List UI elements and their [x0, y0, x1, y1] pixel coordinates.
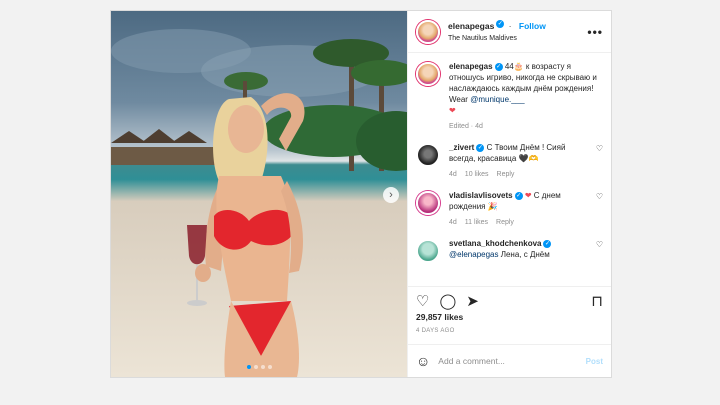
verified-badge-icon: ✓ — [494, 62, 503, 71]
comment-username[interactable]: vladislavlisovets — [449, 191, 513, 200]
location-link[interactable]: The Nautilus Maldives — [448, 33, 587, 45]
avatar[interactable] — [416, 19, 440, 44]
likes-count[interactable]: 29,857 likes — [416, 312, 463, 322]
carousel-dot — [253, 365, 258, 369]
heart-emoji: ❤ — [524, 191, 532, 200]
comment-like-icon[interactable]: ♡ — [596, 144, 603, 180]
instagram-post: › elenapegas ✓ · Follow The Nautilus Mald… — [110, 10, 612, 378]
edited-timestamp: Edited · 4d — [449, 123, 483, 130]
comments-list: elenapegas ✓ 44🎂 к возрасту я отношусь иг… — [408, 53, 611, 277]
comment-age: 4d — [449, 171, 457, 178]
caption-mention[interactable]: @munique.___ — [470, 95, 524, 104]
photo-illustration — [111, 29, 407, 377]
comment-likes[interactable]: 10 likes — [465, 169, 489, 180]
more-options-icon[interactable]: ••• — [587, 25, 603, 39]
verified-badge-icon: ✓ — [496, 20, 505, 29]
list-item: vladislavlisovets ✓ ❤ С днем рождения 🎉 4… — [416, 190, 603, 228]
verified-badge-icon: ✓ — [514, 191, 523, 200]
post-side-panel: elenapegas ✓ · Follow The Nautilus Maldiv… — [407, 11, 611, 377]
list-item: svetlana_khodchenkova ✓ @elenapegas Лена,… — [416, 238, 603, 263]
header-text: elenapegas ✓ · Follow The Nautilus Maldiv… — [448, 19, 587, 45]
post-timestamp: 4 DAYS AGO — [416, 328, 455, 334]
heart-emoji: ❤ — [449, 106, 456, 115]
emoji-icon[interactable]: ☺ — [416, 353, 430, 369]
next-slide-button[interactable]: › — [383, 187, 399, 203]
post-header: elenapegas ✓ · Follow The Nautilus Maldiv… — [408, 11, 611, 53]
follow-button[interactable]: Follow — [519, 21, 546, 31]
list-item: _zivert ✓ С Твоим Днём ! Сияй всегда, кра… — [416, 142, 603, 180]
carousel-dots — [111, 365, 407, 369]
comment-likes[interactable]: 11 likes — [465, 217, 488, 228]
comment-like-icon[interactable]: ♡ — [596, 240, 603, 263]
carousel-dot — [260, 365, 265, 369]
comment-username[interactable]: _zivert — [449, 143, 474, 152]
save-icon[interactable]: ⊓ — [591, 292, 603, 310]
comment-meta: 4d 10 likes Reply — [449, 169, 592, 180]
comment-input[interactable] — [438, 356, 578, 366]
comment-like-icon[interactable]: ♡ — [596, 192, 603, 228]
avatar[interactable] — [416, 191, 440, 215]
comment-text: Лена, с Днём — [498, 250, 550, 259]
caption-username[interactable]: elenapegas — [449, 62, 493, 71]
reply-button[interactable]: Reply — [496, 217, 514, 228]
comment-mention[interactable]: @elenapegas — [449, 250, 499, 259]
avatar[interactable] — [416, 143, 440, 167]
separator-dot: · — [508, 21, 512, 31]
comment-body: vladislavlisovets ✓ ❤ С днем рождения 🎉 4… — [449, 190, 592, 228]
reply-button[interactable]: Reply — [497, 169, 515, 180]
comment-age: 4d — [449, 219, 457, 226]
carousel-dot — [267, 365, 272, 369]
caption: elenapegas ✓ 44🎂 к возрасту я отношусь иг… — [416, 61, 603, 132]
comment-meta: 4d 11 likes Reply — [449, 217, 592, 228]
comment-body: _zivert ✓ С Твоим Днём ! Сияй всегда, кра… — [449, 142, 592, 180]
caption-meta: Edited · 4d — [449, 121, 603, 132]
post-button[interactable]: Post — [586, 357, 603, 366]
comment-username[interactable]: svetlana_khodchenkova — [449, 239, 541, 248]
action-bar: ♡ ◯ ➤ ⊓ — [408, 286, 611, 310]
author-username[interactable]: elenapegas — [448, 21, 494, 31]
verified-badge-icon: ✓ — [476, 143, 485, 152]
avatar[interactable] — [416, 62, 440, 86]
carousel-dot — [246, 365, 251, 369]
like-icon[interactable]: ♡ — [416, 292, 429, 310]
verified-badge-icon: ✓ — [543, 239, 552, 248]
avatar[interactable] — [416, 239, 440, 263]
add-comment-bar: ☺ Post — [408, 344, 611, 377]
share-icon[interactable]: ➤ — [466, 292, 479, 310]
comment-icon[interactable]: ◯ — [439, 292, 456, 310]
caption-body: elenapegas ✓ 44🎂 к возрасту я отношусь иг… — [449, 61, 603, 132]
comment-body: svetlana_khodchenkova ✓ @elenapegas Лена,… — [449, 238, 592, 263]
post-photo[interactable]: › — [111, 11, 407, 377]
